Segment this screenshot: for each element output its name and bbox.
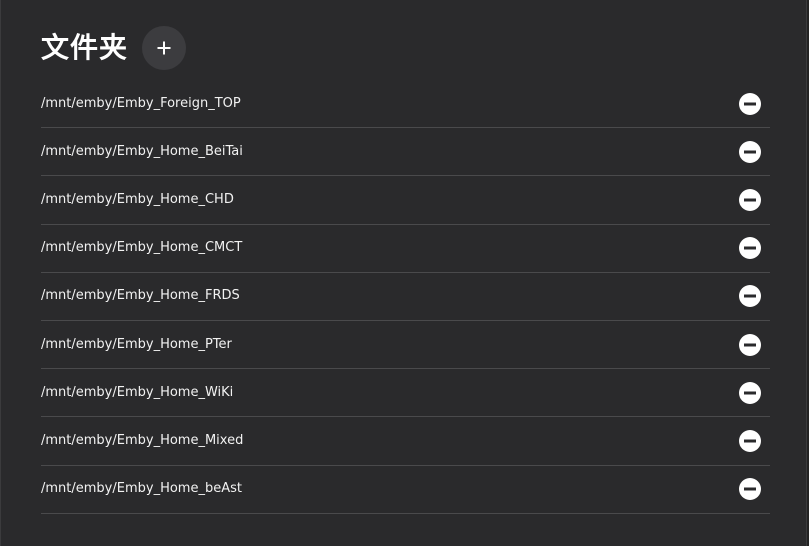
minus-circle-icon [744,102,756,106]
folder-path: /mnt/emby/Emby_Home_beAst [41,481,242,497]
remove-folder-button[interactable] [739,92,761,115]
folder-path: /mnt/emby/Emby_Home_BeiTai [41,143,243,159]
remove-folder-button[interactable] [739,381,761,404]
remove-folder-button[interactable] [739,188,761,211]
folder-row: /mnt/emby/Emby_Home_beAst [41,466,770,514]
folder-row: /mnt/emby/Emby_Home_PTer [41,321,770,370]
minus-circle-icon [744,343,756,347]
folder-path: /mnt/emby/Emby_Home_CHD [41,191,234,207]
remove-folder-button[interactable] [739,429,761,452]
remove-folder-button[interactable] [739,140,761,163]
folder-row: /mnt/emby/Emby_Home_FRDS [41,273,770,321]
section-title: 文件夹 [41,31,129,64]
add-folder-button[interactable] [142,26,187,70]
folder-row: /mnt/emby/Emby_Foreign_TOP [41,80,770,129]
remove-folder-button[interactable] [739,333,761,356]
minus-circle-icon [744,391,756,395]
minus-circle-icon [744,150,756,154]
folder-path: /mnt/emby/Emby_Home_WiKi [41,384,234,400]
folders-panel: 文件夹 /mnt/emby/Emby_Foreign_TOP /mnt/emby… [0,0,807,546]
plus-icon [156,40,172,56]
folder-path: /mnt/emby/Emby_Home_PTer [41,336,232,352]
folder-row: /mnt/emby/Emby_Home_BeiTai [41,128,770,177]
folder-path: /mnt/emby/Emby_Home_FRDS [41,288,240,304]
folder-row: /mnt/emby/Emby_Home_Mixed [41,417,770,466]
folder-path: /mnt/emby/Emby_Home_CMCT [41,240,243,256]
folder-path: /mnt/emby/Emby_Home_Mixed [41,432,244,448]
minus-circle-icon [744,246,756,250]
remove-folder-button[interactable] [739,478,761,501]
folder-path: /mnt/emby/Emby_Foreign_TOP [41,95,241,111]
folders-header: 文件夹 [41,26,187,70]
remove-folder-button[interactable] [739,285,761,308]
folder-row: /mnt/emby/Emby_Home_CMCT [41,225,770,273]
folder-row: /mnt/emby/Emby_Home_WiKi [41,369,770,418]
remove-folder-button[interactable] [739,237,761,260]
minus-circle-icon [744,198,756,202]
folder-row: /mnt/emby/Emby_Home_CHD [41,176,770,225]
minus-circle-icon [744,487,756,491]
minus-circle-icon [744,294,756,298]
minus-circle-icon [744,439,756,443]
folder-list: /mnt/emby/Emby_Foreign_TOP /mnt/emby/Emb… [41,80,770,514]
